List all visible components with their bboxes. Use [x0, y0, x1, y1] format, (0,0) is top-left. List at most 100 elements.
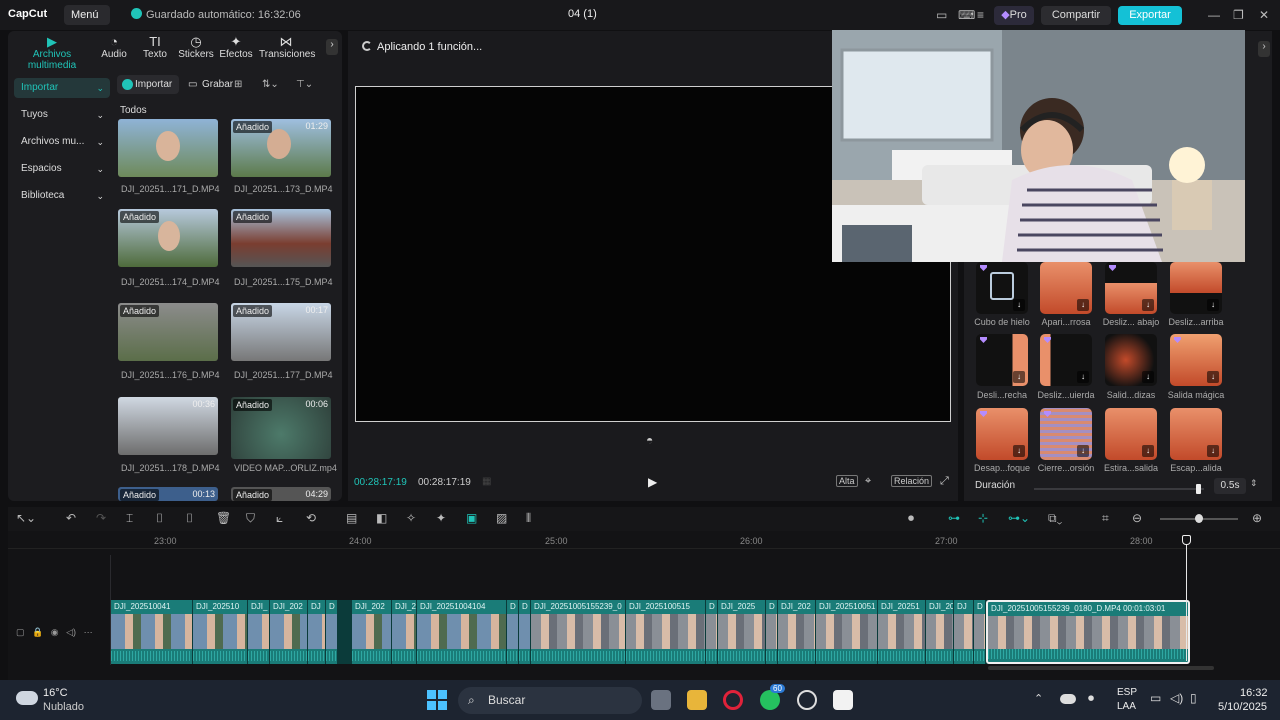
- effect-tile-3[interactable]: ↓: [1105, 262, 1157, 314]
- media-item-7[interactable]: 00:36: [118, 397, 218, 455]
- timeline-clip[interactable]: DJI_20251004104: [417, 600, 507, 664]
- media-item-3[interactable]: Añadido: [118, 209, 218, 267]
- onedrive-icon[interactable]: [1060, 694, 1076, 704]
- preview-axis-icon[interactable]: ⌗: [1102, 511, 1109, 526]
- eye-icon[interactable]: ◉: [51, 627, 59, 637]
- export-button[interactable]: Exportar: [1118, 6, 1182, 25]
- playhead-handle[interactable]: [1182, 535, 1191, 545]
- focus-icon[interactable]: ⌖: [865, 475, 871, 488]
- video-track[interactable]: DJI_202510041 DJI_202510 DJI_ DJI_202 DJ D DJI…: [111, 600, 1190, 664]
- magic-icon[interactable]: ✦: [436, 511, 446, 525]
- delete-icon[interactable]: 🗑: [216, 511, 231, 525]
- effect-tile-2[interactable]: ↓: [1040, 262, 1092, 314]
- sidebar-item-import[interactable]: Importar ⌄: [14, 78, 110, 98]
- timeline-clip[interactable]: DJI_202510: [193, 600, 248, 664]
- media-item-10[interactable]: Añadido 04:29: [231, 487, 331, 501]
- timeline[interactable]: 23:00 24:00 25:00 26:00 27:00 28:00 ▢ 🔒 …: [8, 531, 1280, 680]
- split-left-icon[interactable]: ⌷: [156, 511, 163, 526]
- network-icon[interactable]: ▭: [1150, 691, 1161, 705]
- link-preview-icon[interactable]: ⊶⌄: [1008, 511, 1030, 525]
- timeline-clip[interactable]: DJI_20251005155239_0180_D.MP4 00:01:03:0…: [986, 600, 1190, 664]
- snap-icon[interactable]: ⊹: [978, 511, 988, 525]
- weather-desc[interactable]: Nublado: [43, 701, 84, 713]
- effect-tile-12[interactable]: ↓: [1170, 408, 1222, 460]
- sort-icon[interactable]: ⇅⌄: [262, 79, 279, 90]
- effect-tile-9[interactable]: ↓: [976, 408, 1028, 460]
- taskbar-search[interactable]: ⌕ Buscar: [458, 687, 642, 714]
- timeline-clip[interactable]: DJI_20251: [878, 600, 926, 664]
- rotate-handle-icon[interactable]: ◓: [646, 433, 653, 447]
- whatsapp-icon[interactable]: 60: [760, 684, 785, 710]
- layout-code[interactable]: LAA: [1117, 701, 1136, 712]
- media-item-1[interactable]: [118, 119, 218, 177]
- sidebar-item-media-files[interactable]: Archivos mu... ⌄: [14, 132, 110, 152]
- project-title[interactable]: 04 (1): [568, 8, 597, 20]
- cover-icon[interactable]: ▢: [16, 627, 25, 637]
- timeline-clip[interactable]: DJI_202: [352, 600, 392, 664]
- sidebar-item-yours[interactable]: Tuyos ⌄: [14, 105, 110, 125]
- timeline-scrollbar[interactable]: [988, 666, 1214, 670]
- audio-split-icon[interactable]: ⫴: [526, 511, 531, 526]
- timeline-clip[interactable]: D: [974, 600, 986, 664]
- tab-transitions[interactable]: ⋈ Transiciones: [259, 35, 315, 61]
- undo-icon[interactable]: ↶: [66, 511, 76, 525]
- effect-tile-8[interactable]: ↓: [1170, 334, 1222, 386]
- media-item-9[interactable]: Añadido 00:13: [118, 487, 218, 501]
- effect-tile-5[interactable]: ↓: [976, 334, 1028, 386]
- record-button[interactable]: ▭ Grabar: [186, 75, 236, 94]
- ratio-button[interactable]: Relación: [891, 475, 933, 487]
- tab-effects[interactable]: ✦ Efectos: [219, 35, 253, 61]
- hd-icon[interactable]: ▣: [466, 511, 477, 525]
- tab-text[interactable]: TI Texto: [139, 35, 171, 61]
- effect-tile-10[interactable]: ↓: [1040, 408, 1092, 460]
- person-effect-icon[interactable]: ✧: [406, 511, 416, 525]
- pro-button[interactable]: ◆Pro: [994, 6, 1034, 25]
- fullscreen-icon[interactable]: ⤢: [940, 475, 949, 488]
- timeline-clip[interactable]: DJI_2: [392, 600, 417, 664]
- speed-icon[interactable]: ⟲: [306, 511, 316, 525]
- timeline-clip[interactable]: D: [519, 600, 531, 664]
- redo-icon[interactable]: ↷: [96, 511, 106, 525]
- menu-button[interactable]: Menú ⌄: [64, 5, 110, 41]
- timeline-clip[interactable]: D: [766, 600, 778, 664]
- minimize-icon[interactable]: —: [1208, 8, 1220, 22]
- image-edit-icon[interactable]: ▨: [496, 511, 507, 525]
- battery-icon[interactable]: ▯: [1190, 691, 1197, 705]
- timeline-clip[interactable]: DJI_202: [778, 600, 816, 664]
- opera-icon[interactable]: [723, 690, 743, 710]
- task-view-icon[interactable]: [651, 690, 671, 710]
- timeline-clip[interactable]: DJI_202: [270, 600, 308, 664]
- clock-time[interactable]: 16:32: [1240, 687, 1268, 699]
- tab-media[interactable]: ▶ Archivos multimedia: [10, 35, 94, 72]
- crop-icon[interactable]: ⟀: [276, 511, 283, 526]
- mirror-icon[interactable]: ◧: [376, 511, 387, 525]
- weather-temp[interactable]: 16°C: [43, 687, 68, 699]
- stepper-icon[interactable]: ⇕: [1250, 478, 1258, 489]
- language-code[interactable]: ESP: [1117, 687, 1137, 698]
- zoom-in-icon[interactable]: ⊕: [1252, 511, 1262, 525]
- effect-tile-6[interactable]: ↓: [1040, 334, 1092, 386]
- capcut-taskbar-icon[interactable]: [833, 690, 853, 710]
- zoom-out-icon[interactable]: ⊖: [1132, 511, 1142, 525]
- timeline-clip[interactable]: DJ: [308, 600, 326, 664]
- play-icon[interactable]: ▶: [648, 475, 657, 489]
- timeline-clip[interactable]: D: [326, 600, 338, 664]
- timeline-clip[interactable]: DJI_202510051: [816, 600, 878, 664]
- lock-icon[interactable]: 🔒: [32, 627, 43, 637]
- microphone-icon[interactable]: ⏺: [908, 511, 914, 526]
- timeline-clip[interactable]: D: [507, 600, 519, 664]
- zoom-slider[interactable]: [1160, 514, 1238, 523]
- keyboard-icon[interactable]: ⌨: [958, 8, 975, 22]
- filter-icon[interactable]: ⊤⌄: [296, 79, 313, 90]
- duration-value-input[interactable]: 0.5s: [1214, 478, 1246, 494]
- media-item-2[interactable]: Añadido 01:29: [231, 119, 331, 177]
- processing-status[interactable]: Aplicando 1 función...: [362, 41, 482, 53]
- quality-button[interactable]: Alta: [836, 475, 858, 487]
- microphone-icon[interactable]: ⏺: [1088, 691, 1094, 706]
- effect-tile-1[interactable]: ↓: [976, 262, 1028, 314]
- select-tool-icon[interactable]: ↖⌄: [16, 511, 36, 525]
- speaker-icon[interactable]: ◁): [1170, 691, 1183, 705]
- timeline-clip[interactable]: D: [706, 600, 718, 664]
- playhead[interactable]: [1182, 535, 1191, 661]
- timeline-clip[interactable]: DJI_20251005155239_0: [531, 600, 626, 664]
